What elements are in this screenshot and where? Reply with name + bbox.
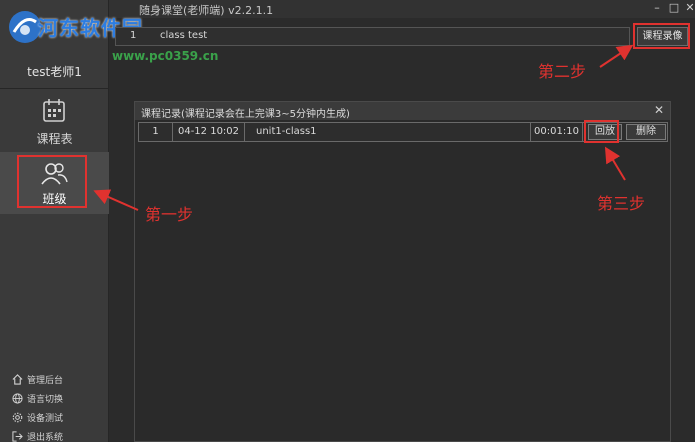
language-link[interactable]: 语言切换 bbox=[12, 389, 108, 408]
bottom-links: 管理后台 语言切换 设备测试 退出系统 bbox=[12, 370, 108, 442]
class-row-number: 1 bbox=[130, 30, 137, 41]
globe-icon bbox=[12, 393, 23, 404]
course-recording-button[interactable]: 课程录像 bbox=[637, 27, 688, 46]
sidebar-item-label: 课程表 bbox=[36, 132, 73, 146]
sidebar: test老师1 课程表 班级 管理后台 语言切换 设备测试 退出系统 bbox=[0, 0, 109, 442]
table-row: 1 04-12 10:02 unit1-class1 00:01:10 回放 删… bbox=[138, 122, 668, 142]
step2-arrow bbox=[599, 44, 634, 68]
window-title: 随身课堂(老师端) v2.2.1.1 bbox=[139, 4, 274, 17]
users-icon bbox=[41, 163, 68, 185]
device-test-link-label: 设备测试 bbox=[27, 414, 64, 424]
admin-link[interactable]: 管理后台 bbox=[12, 370, 108, 389]
step1-label: 第一步 bbox=[145, 205, 194, 224]
device-test-link[interactable]: 设备测试 bbox=[12, 408, 108, 427]
record-duration: 00:01:10 bbox=[531, 123, 583, 141]
logout-link-label: 退出系统 bbox=[27, 433, 64, 442]
record-name: unit1-class1 bbox=[245, 123, 531, 141]
record-number: 1 bbox=[139, 123, 173, 141]
gear-icon bbox=[12, 412, 23, 423]
sidebar-item-label: 班级 bbox=[42, 192, 67, 206]
sidebar-item-class[interactable]: 班级 bbox=[0, 152, 109, 214]
maximize-icon[interactable]: □ bbox=[667, 1, 681, 15]
admin-link-label: 管理后台 bbox=[27, 376, 64, 386]
user-name: test老师1 bbox=[27, 65, 82, 79]
watermark-url: www.pc0359.cn bbox=[112, 49, 219, 63]
logout-link[interactable]: 退出系统 bbox=[12, 427, 108, 442]
minimize-icon[interactable]: – bbox=[650, 1, 664, 15]
title-bar: 随身课堂(老师端) v2.2.1.1 – □ ✕ bbox=[109, 0, 695, 18]
language-link-label: 语言切换 bbox=[27, 395, 64, 405]
step2-label: 第二步 bbox=[538, 62, 587, 81]
dialog-close-icon[interactable]: ✕ bbox=[654, 103, 664, 117]
dialog-header: 课程记录(课程记录会在上完课3~5分钟内生成) ✕ bbox=[135, 102, 670, 120]
class-list-row[interactable]: 1 class test bbox=[115, 27, 630, 46]
replay-button[interactable]: 回放 bbox=[588, 124, 622, 140]
delete-button[interactable]: 删除 bbox=[626, 124, 666, 140]
record-time: 04-12 10:02 bbox=[173, 123, 245, 141]
sidebar-divider bbox=[0, 88, 109, 89]
logout-icon bbox=[12, 431, 23, 442]
sidebar-item-schedule[interactable]: 课程表 bbox=[0, 90, 109, 152]
calendar-icon bbox=[43, 99, 65, 122]
dialog-title: 课程记录(课程记录会在上完课3~5分钟内生成) bbox=[141, 109, 350, 120]
home-icon bbox=[12, 374, 23, 385]
step3-label: 第三步 bbox=[597, 194, 646, 213]
class-row-name: class test bbox=[160, 30, 208, 41]
course-record-dialog: 课程记录(课程记录会在上完课3~5分钟内生成) ✕ 1 04-12 10:02 … bbox=[134, 101, 671, 442]
close-icon[interactable]: ✕ bbox=[683, 1, 695, 15]
